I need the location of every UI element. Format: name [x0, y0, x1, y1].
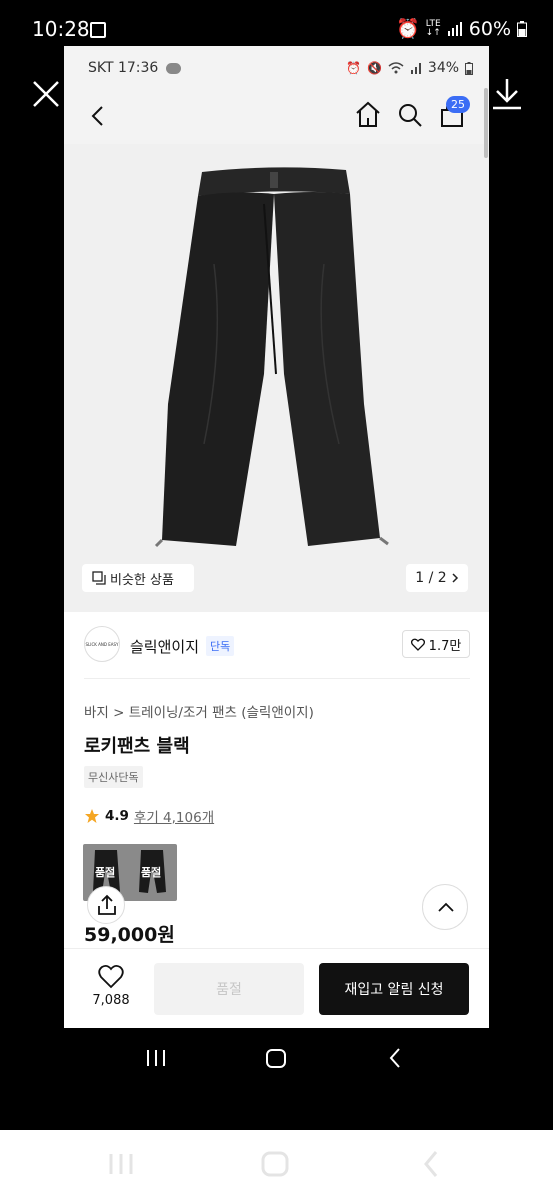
- soldout-label-1: 품절: [95, 866, 116, 879]
- scroll-to-top-button[interactable]: [422, 884, 468, 930]
- heart-icon: [410, 638, 425, 651]
- rating-row: 4.9 후기 4,106개: [84, 806, 214, 826]
- search-button[interactable]: [396, 100, 424, 130]
- image-pager[interactable]: 1 / 2: [406, 564, 468, 592]
- wishlist-count: 7,088: [92, 993, 130, 1008]
- outer-nav-icons: [109, 1151, 438, 1177]
- bottom-action-bar: 7,088 품절 재입고 알림 신청: [64, 948, 489, 1028]
- similar-products-button[interactable]: 비슷한 상품: [82, 564, 194, 592]
- soldout-button[interactable]: 품절: [154, 963, 304, 1015]
- signal-icon: [447, 21, 462, 36]
- product-title: 로키팬츠 블랙: [84, 736, 190, 757]
- outer-battery-percent: 60%: [468, 17, 511, 40]
- share-button[interactable]: [87, 886, 125, 924]
- top-nav: 25: [64, 92, 489, 144]
- star-icon: [85, 809, 99, 823]
- alarm-icon: ⏰: [396, 18, 420, 40]
- product-screenshot: SKT 17:36 ⏰ 🔇 34% 25 비슷한 상품 1 / 2 SLICK …: [64, 46, 489, 1028]
- outer-system-nav: [0, 1130, 553, 1200]
- cart-count-badge: 25: [446, 96, 470, 113]
- talk-notification-icon: [166, 63, 181, 74]
- home-button[interactable]: [354, 100, 382, 130]
- soldout-label-2: 품절: [141, 866, 162, 879]
- reviews-link[interactable]: 후기 4,106개: [134, 806, 214, 826]
- inner-nav-icons: [147, 1048, 400, 1068]
- inner-status-icons: ⏰ 🔇 34%: [346, 60, 474, 76]
- divider: [84, 678, 470, 679]
- pants-image: [154, 167, 389, 548]
- battery-icon: [517, 20, 527, 37]
- signal-icon: [410, 63, 421, 74]
- close-viewer-button[interactable]: [30, 78, 62, 110]
- home-icon: [266, 1049, 286, 1068]
- brand-name[interactable]: 슬릭앤이지: [130, 636, 199, 657]
- outer-clock: 10:28: [32, 17, 90, 41]
- back-icon: [424, 1151, 438, 1177]
- battery-icon: [465, 61, 474, 75]
- back-button[interactable]: [86, 102, 110, 130]
- musinsa-exclusive-tag: 무신사단독: [84, 766, 143, 788]
- alarm-icon: ⏰: [346, 61, 361, 75]
- outer-status-icons: ⏰ LTE ↓↑ 60%: [396, 17, 527, 40]
- lte-icon: LTE ↓↑: [425, 18, 441, 38]
- brand-logo[interactable]: SLICK AND EASY: [84, 626, 120, 662]
- product-price: 59,000원: [84, 924, 175, 946]
- similar-products-label: 비슷한 상품: [110, 572, 174, 588]
- mute-icon: 🔇: [366, 61, 382, 75]
- restock-alert-button[interactable]: 재입고 알림 신청: [319, 963, 469, 1015]
- chevron-right-icon: [452, 573, 458, 583]
- brand-like-button[interactable]: 1.7만: [402, 630, 470, 658]
- download-button[interactable]: [490, 76, 524, 112]
- chevron-up-icon: [438, 902, 454, 912]
- inner-battery-percent: 34%: [427, 60, 460, 76]
- wifi-icon: [388, 62, 404, 74]
- recents-icon: [147, 1050, 165, 1066]
- exclusive-badge: 단독: [206, 636, 235, 656]
- heart-icon: [98, 964, 124, 989]
- pager-text: 1 / 2: [415, 570, 447, 586]
- gallery-notification-icon: [90, 22, 106, 38]
- category-breadcrumb[interactable]: 바지 > 트레이닝/조거 팬츠 (슬릭앤이지): [84, 701, 314, 721]
- rating-value: 4.9: [105, 808, 129, 824]
- product-image[interactable]: [64, 144, 489, 612]
- home-icon: [261, 1151, 289, 1177]
- inner-status-bar: SKT 17:36 ⏰ 🔇 34%: [64, 46, 489, 92]
- viewer-scrollbar[interactable]: [484, 88, 488, 158]
- recents-icon: [109, 1154, 133, 1174]
- brand-like-count: 1.7만: [428, 638, 462, 654]
- inner-carrier-time: SKT 17:36: [88, 60, 159, 76]
- inner-system-nav: [64, 1028, 489, 1088]
- back-icon: [389, 1048, 400, 1068]
- copy-icon: [92, 571, 106, 585]
- wishlist-button[interactable]: 7,088: [88, 963, 134, 1015]
